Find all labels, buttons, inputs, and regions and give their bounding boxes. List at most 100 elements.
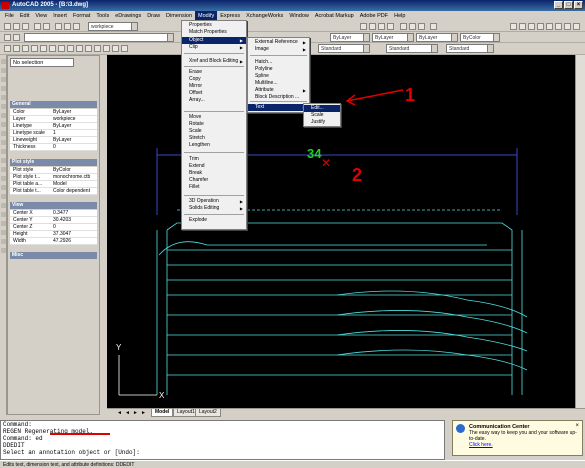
modify-tool-icon[interactable] <box>1 86 6 91</box>
modify-tool-icon[interactable] <box>1 95 6 100</box>
menu-item-mirror[interactable]: Mirror <box>182 83 246 90</box>
menu-item-offset[interactable]: Offset <box>182 90 246 97</box>
modify-tool-icon[interactable] <box>1 140 6 145</box>
linetype-combo[interactable]: ByLayer <box>372 33 414 42</box>
menu-item-explode[interactable]: Explode <box>182 217 246 224</box>
tab-nav-next-icon[interactable]: ► <box>133 410 138 416</box>
spline-icon[interactable] <box>67 45 74 52</box>
modify-tool-icon[interactable] <box>1 203 6 208</box>
rectangle-icon[interactable] <box>40 45 47 52</box>
text-style-combo[interactable]: Standard <box>318 44 370 53</box>
menu-item-trim[interactable]: Trim <box>182 156 246 163</box>
property-row-thickness[interactable]: Thickness 0 <box>10 144 97 151</box>
command-window[interactable]: Command: REGEN Regenerating model. Command… <box>0 420 445 460</box>
modify-tool-icon[interactable] <box>1 176 6 181</box>
tab-model[interactable]: Model <box>151 409 174 417</box>
modify-tool-icon[interactable] <box>1 185 6 190</box>
construction-line-icon[interactable] <box>13 45 20 52</box>
tool-icon-c[interactable] <box>528 23 535 30</box>
menu-help[interactable]: Help <box>391 11 408 21</box>
hatch-icon[interactable] <box>103 45 110 52</box>
drawing-canvas[interactable]: 34 ✕ 1 2 Y X <box>107 55 575 411</box>
property-row-center-z[interactable]: Center Z 0 <box>10 224 97 231</box>
menu-item-stretch[interactable]: Stretch <box>182 135 246 142</box>
tab-nav-prev-icon[interactable]: ◄ <box>125 410 130 416</box>
modify-tool-icon[interactable] <box>1 122 6 127</box>
modify-tool-icon[interactable] <box>1 212 6 217</box>
copy-icon[interactable] <box>64 23 71 30</box>
menu-format[interactable]: Format <box>70 11 93 21</box>
modify-tool-icon[interactable] <box>1 113 6 118</box>
tool-palettes-icon[interactable] <box>418 23 425 30</box>
tool-icon-g[interactable] <box>564 23 571 30</box>
help-icon[interactable] <box>430 23 437 30</box>
property-row-layer[interactable]: Layer workpiece <box>10 116 97 123</box>
plotstyle-combo[interactable]: ByColor <box>460 33 500 42</box>
table-style-combo[interactable]: Standard <box>446 44 494 53</box>
menu-item-chamfer[interactable]: Chamfer <box>182 177 246 184</box>
layer-manager-icon[interactable] <box>4 34 11 41</box>
modify-tool-icon[interactable] <box>1 158 6 163</box>
tool-icon-e[interactable] <box>546 23 553 30</box>
menu-item-spline[interactable]: Spline <box>248 73 309 80</box>
lineweight-combo[interactable]: ByLayer <box>416 33 458 42</box>
zoom-window-icon[interactable] <box>378 23 385 30</box>
ellipse-icon[interactable] <box>76 45 83 52</box>
tab-nav-last-icon[interactable]: ► <box>141 410 146 416</box>
modify-tool-icon[interactable] <box>1 77 6 82</box>
section-misc[interactable]: Misc <box>10 252 97 259</box>
menu-item-attribute[interactable]: Attribute ▶ <box>248 87 309 94</box>
menu-item-clip[interactable]: Clip ▶ <box>182 44 246 51</box>
color-combo[interactable]: ByLayer <box>330 33 370 42</box>
menu-edrawings[interactable]: eDrawings <box>112 11 144 21</box>
tool-icon-d[interactable] <box>537 23 544 30</box>
properties-icon[interactable] <box>400 23 407 30</box>
menu-item-image[interactable]: Image ▶ <box>248 46 309 53</box>
close-button[interactable]: × <box>574 1 583 9</box>
design-center-icon[interactable] <box>409 23 416 30</box>
circle-icon[interactable] <box>58 45 65 52</box>
property-row-lineweight[interactable]: Lineweight ByLayer <box>10 137 97 144</box>
polyline-icon[interactable] <box>22 45 29 52</box>
menu-window[interactable]: Window <box>286 11 312 21</box>
modify-tool-icon[interactable] <box>1 131 6 136</box>
menu-adobe-pdf[interactable]: Adobe PDF <box>357 11 391 21</box>
tool-icon-a[interactable] <box>510 23 517 30</box>
menu-item-multiline[interactable]: Multiline... <box>248 80 309 87</box>
section-general[interactable]: General <box>10 101 97 108</box>
modify-tool-icon[interactable] <box>1 194 6 199</box>
save-icon[interactable] <box>22 23 29 30</box>
menu-insert[interactable]: Insert <box>50 11 70 21</box>
menu-item-extend[interactable]: Extend <box>182 163 246 170</box>
communication-center-popup[interactable]: × Communication Center The easy way to k… <box>452 420 583 456</box>
menu-item-scale[interactable]: Scale <box>182 128 246 135</box>
new-icon[interactable] <box>4 23 11 30</box>
dimension-text[interactable]: 34 <box>307 146 321 161</box>
layer-select-combo[interactable] <box>24 33 174 42</box>
modify-tool-icon[interactable] <box>1 68 6 73</box>
minimize-button[interactable]: _ <box>554 1 563 9</box>
menu-item-rotate[interactable]: Rotate <box>182 121 246 128</box>
arc-icon[interactable] <box>49 45 56 52</box>
modify-tool-icon[interactable] <box>1 59 6 64</box>
menu-item-block-description[interactable]: Block Description ... <box>248 94 309 101</box>
property-row-plot-table-t[interactable]: Plot table t... Color dependent <box>10 188 97 195</box>
property-row-height[interactable]: Height 37.3047 <box>10 231 97 238</box>
dim-style-combo[interactable]: Standard <box>386 44 438 53</box>
property-row-linetype-scale[interactable]: Linetype scale 1 <box>10 130 97 137</box>
menu-edit[interactable]: Edit <box>17 11 32 21</box>
menu-item-properties[interactable]: Properties <box>182 22 246 29</box>
cut-icon[interactable] <box>55 23 62 30</box>
property-row-plot-table-a[interactable]: Plot table a... Model <box>10 181 97 188</box>
menu-item-break[interactable]: Break <box>182 170 246 177</box>
comm-link[interactable]: Click here. <box>469 442 493 448</box>
tab-nav-first-icon[interactable]: ◄ <box>117 410 122 416</box>
maximize-button[interactable]: □ <box>564 1 573 9</box>
print-icon[interactable] <box>34 23 41 30</box>
layer-state-icon[interactable] <box>13 34 20 41</box>
modify-tool-icon[interactable] <box>1 248 6 253</box>
tool-icon-b[interactable] <box>519 23 526 30</box>
tab-layout2[interactable]: Layout2 <box>195 409 221 417</box>
menu-item-polyline[interactable]: Polyline <box>248 66 309 73</box>
line-icon[interactable] <box>4 45 11 52</box>
